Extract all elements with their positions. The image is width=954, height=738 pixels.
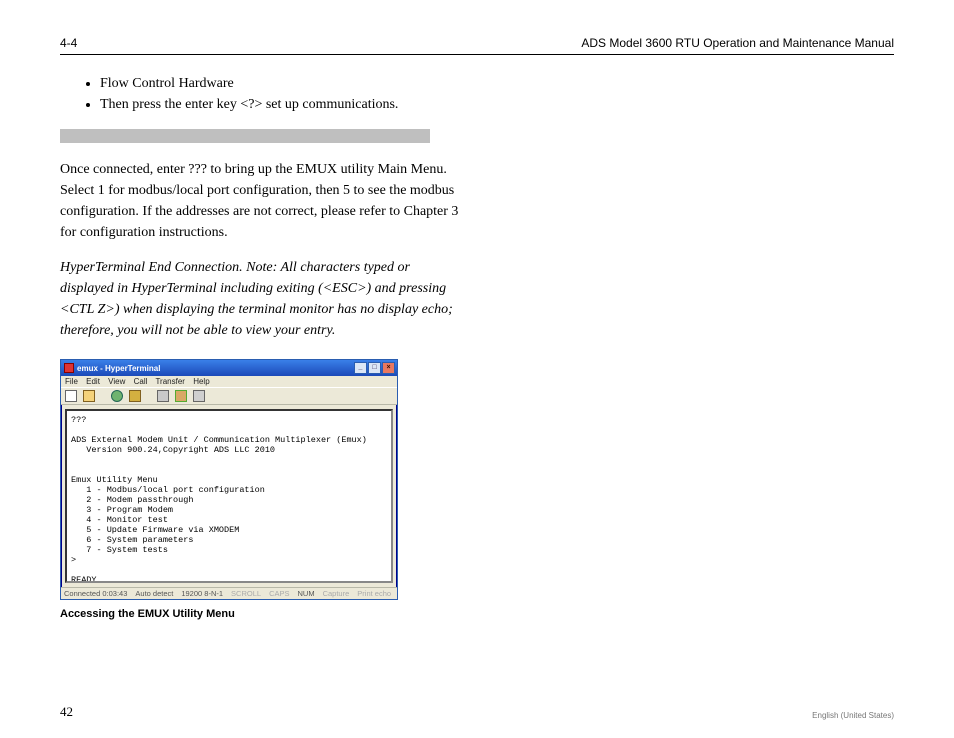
- window-title: emux - HyperTerminal: [77, 364, 160, 373]
- new-icon[interactable]: [65, 390, 77, 402]
- hyperterminal-window: emux - HyperTerminal _ □ × File Edit Vie…: [60, 359, 398, 600]
- menu-transfer[interactable]: Transfer: [155, 377, 185, 386]
- status-capture: Capture: [323, 589, 350, 598]
- section-heading-bar: Establishing Call Through HyperTerminal: [60, 129, 430, 143]
- status-scroll: SCROLL: [231, 589, 261, 598]
- figure-caption: Accessing the EMUX Utility Menu: [60, 608, 894, 620]
- section-heading-text: Establishing Call Through HyperTerminal: [63, 128, 283, 144]
- app-icon: [64, 363, 74, 373]
- status-printecho: Print echo: [357, 589, 391, 598]
- paste-icon[interactable]: [175, 390, 187, 402]
- status-num: NUM: [298, 589, 315, 598]
- menu-file[interactable]: File: [65, 377, 78, 386]
- menu-call[interactable]: Call: [134, 377, 148, 386]
- page: 4-4 ADS Model 3600 RTU Operation and Mai…: [0, 0, 954, 738]
- disconnect-icon[interactable]: [129, 390, 141, 402]
- header-page-indicator: 4-4: [60, 36, 77, 50]
- maximize-button[interactable]: □: [368, 362, 381, 374]
- terminal-frame: ??? ADS External Modem Unit / Communicat…: [65, 409, 393, 583]
- footer-language: English (United States): [812, 711, 894, 720]
- minimize-button[interactable]: _: [354, 362, 367, 374]
- list-item: Then press the enter key <?> set up comm…: [100, 94, 894, 115]
- terminal-output[interactable]: ??? ADS External Modem Unit / Communicat…: [67, 411, 391, 581]
- status-autodetect: Auto detect: [135, 589, 173, 598]
- toolbar: [61, 387, 397, 405]
- window-titlebar[interactable]: emux - HyperTerminal _ □ ×: [61, 360, 397, 376]
- status-baud: 19200 8-N-1: [181, 589, 223, 598]
- toolbar-separator: [147, 390, 151, 402]
- bullet-list: Flow Control Hardware Then press the ent…: [100, 73, 894, 115]
- footer-page-number: 42: [60, 704, 73, 720]
- menu-edit[interactable]: Edit: [86, 377, 100, 386]
- status-caps: CAPS: [269, 589, 289, 598]
- open-icon[interactable]: [83, 390, 95, 402]
- connect-icon[interactable]: [111, 390, 123, 402]
- menu-bar[interactable]: File Edit View Call Transfer Help: [61, 376, 397, 387]
- status-bar: Connected 0:03:43 Auto detect 19200 8-N-…: [61, 587, 397, 599]
- page-header: 4-4 ADS Model 3600 RTU Operation and Mai…: [60, 36, 894, 55]
- header-manual-title: ADS Model 3600 RTU Operation and Mainten…: [581, 36, 894, 50]
- list-item: Flow Control Hardware: [100, 73, 894, 94]
- menu-help[interactable]: Help: [193, 377, 209, 386]
- close-button[interactable]: ×: [382, 362, 395, 374]
- body-paragraph-note: HyperTerminal End Connection. Note: All …: [60, 257, 460, 341]
- properties-icon[interactable]: [193, 390, 205, 402]
- toolbar-separator: [101, 390, 105, 402]
- menu-view[interactable]: View: [108, 377, 125, 386]
- body-paragraph-steps: Once connected, enter ??? to bring up th…: [60, 159, 460, 243]
- status-connected: Connected 0:03:43: [64, 589, 127, 598]
- copy-icon[interactable]: [157, 390, 169, 402]
